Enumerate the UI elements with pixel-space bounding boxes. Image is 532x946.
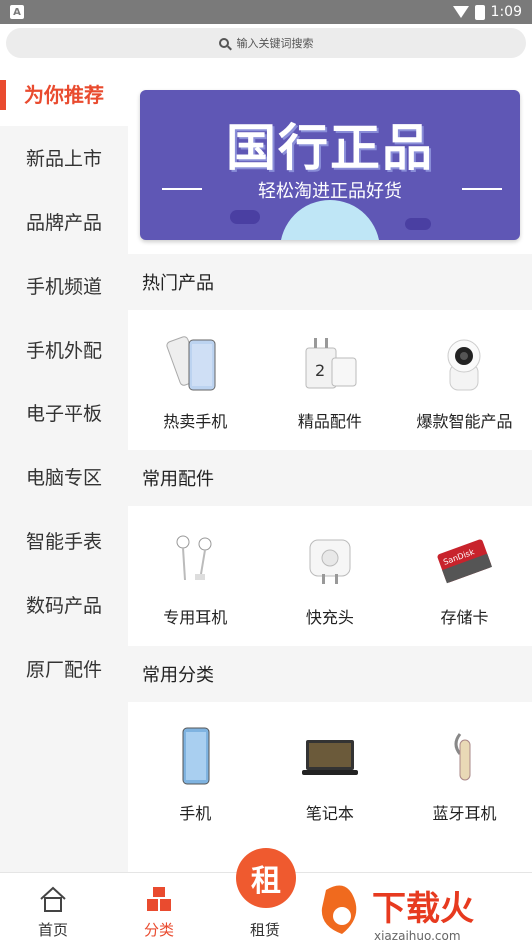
product-phone[interactable]: 手机: [128, 702, 263, 872]
earphones-icon: [165, 530, 225, 590]
sidebar-item-brand[interactable]: 品牌产品: [0, 190, 128, 254]
product-label: 存储卡: [440, 608, 489, 627]
watermark-url: xiazaihuo.com: [374, 929, 461, 943]
tab-category[interactable]: 分类: [106, 873, 212, 946]
sidebar-item-tablet[interactable]: 电子平板: [0, 381, 128, 445]
search-input[interactable]: 输入关键词搜索: [6, 28, 526, 58]
sidebar-item-phone[interactable]: 手机频道: [0, 253, 128, 317]
banner-area: 国行正品 轻松淘进正品好货: [128, 62, 532, 254]
phone-icon: [165, 334, 225, 394]
battery-icon: [474, 4, 485, 20]
tab-label: 分类: [143, 921, 174, 939]
watermark-logo: 下载火 xiazaihuo.com: [316, 878, 532, 946]
product-label: 手机: [179, 804, 212, 823]
product-accessory[interactable]: 2 精品配件: [263, 310, 398, 450]
product-label: 笔记本: [305, 804, 354, 823]
product-smart[interactable]: 爆款智能产品: [397, 310, 532, 450]
tab-home[interactable]: 首页: [0, 873, 106, 946]
camera-icon: [434, 334, 494, 394]
search-placeholder: 输入关键词搜索: [236, 37, 314, 50]
product-laptop[interactable]: 笔记本: [263, 702, 398, 872]
sidebar-item-label: 品牌产品: [25, 211, 102, 234]
product-label: 快充头: [305, 608, 354, 627]
promo-banner[interactable]: 国行正品 轻松淘进正品好货: [140, 90, 520, 240]
section-title-accessories: 常用配件: [128, 450, 532, 506]
sidebar-item-label: 新品上市: [25, 148, 102, 171]
sidebar-item-watch[interactable]: 智能手表: [0, 509, 128, 573]
home-icon: [38, 885, 68, 913]
category-sidebar: 为你推荐 新品上市 品牌产品 手机频道 手机外配 电子平板 电脑专区 智能手表 …: [0, 62, 128, 872]
laptop-icon: [300, 726, 360, 786]
sd-card-icon: SanDisk: [434, 530, 494, 590]
sidebar-item-computer[interactable]: 电脑专区: [0, 445, 128, 509]
product-label: 热卖手机: [163, 412, 228, 431]
section-categories: 手机 笔记本 蓝牙耳机: [128, 702, 532, 872]
cloud-icon: [405, 218, 431, 230]
svg-text:2: 2: [315, 361, 325, 380]
tab-label: 租赁: [249, 921, 280, 939]
sidebar-item-original[interactable]: 原厂配件: [0, 636, 128, 700]
sidebar-item-label: 智能手表: [25, 530, 102, 553]
sidebar-item-label: 电脑专区: [25, 467, 102, 490]
search-area: 输入关键词搜索: [0, 24, 532, 62]
product-label: 爆款智能产品: [416, 412, 513, 431]
smartphone-icon: [165, 726, 225, 786]
sidebar-item-new[interactable]: 新品上市: [0, 126, 128, 190]
notification-icon: A: [10, 5, 24, 19]
cloud-icon: [230, 210, 260, 224]
sidebar-item-label: 为你推荐: [24, 83, 104, 108]
sidebar-item-label: 手机外配: [25, 339, 102, 362]
sidebar-item-label: 电子平板: [25, 403, 102, 426]
tab-label: 首页: [37, 921, 68, 939]
product-memory-card[interactable]: SanDisk 存储卡: [397, 506, 532, 646]
banner-title: 国行正品: [226, 119, 434, 177]
section-hot: 热卖手机 2 精品配件 爆款智能产品: [128, 310, 532, 450]
product-earphones[interactable]: 专用耳机: [128, 506, 263, 646]
bluetooth-headset-icon: [434, 726, 494, 786]
section-title-categories: 常用分类: [128, 646, 532, 702]
sidebar-item-accessories[interactable]: 手机外配: [0, 317, 128, 381]
sidebar-item-recommend[interactable]: 为你推荐: [0, 62, 128, 126]
product-label: 蓝牙耳机: [432, 804, 497, 823]
charger-icon: 2: [300, 334, 360, 394]
sidebar-item-label: 原厂配件: [25, 658, 102, 681]
product-hot-phone[interactable]: 热卖手机: [128, 310, 263, 450]
section-title-hot: 热门产品: [128, 254, 532, 310]
sidebar-item-digital[interactable]: 数码产品: [0, 572, 128, 636]
product-bluetooth-headset[interactable]: 蓝牙耳机: [397, 702, 532, 872]
category-icon: [144, 885, 174, 913]
section-accessories: 专用耳机 快充头 SanDisk 存储卡: [128, 506, 532, 646]
globe-icon: [280, 200, 380, 240]
watermark-brand: 下载火: [372, 889, 474, 929]
product-fast-charger[interactable]: 快充头: [263, 506, 398, 646]
rental-badge-button[interactable]: 租: [236, 848, 296, 908]
status-bar: A 1:09: [0, 0, 532, 24]
content-panel: 国行正品 轻松淘进正品好货 热门产品 热卖手机 2 精品配件 爆款智能产品 常用…: [128, 62, 532, 872]
search-icon: [218, 38, 229, 48]
wifi-icon: [452, 6, 469, 18]
product-label: 精品配件: [297, 412, 362, 431]
product-label: 专用耳机: [163, 608, 228, 627]
sidebar-item-label: 手机频道: [25, 275, 102, 298]
status-time: 1:09: [490, 4, 522, 20]
charger-head-icon: [300, 530, 360, 590]
sidebar-item-label: 数码产品: [25, 594, 102, 617]
